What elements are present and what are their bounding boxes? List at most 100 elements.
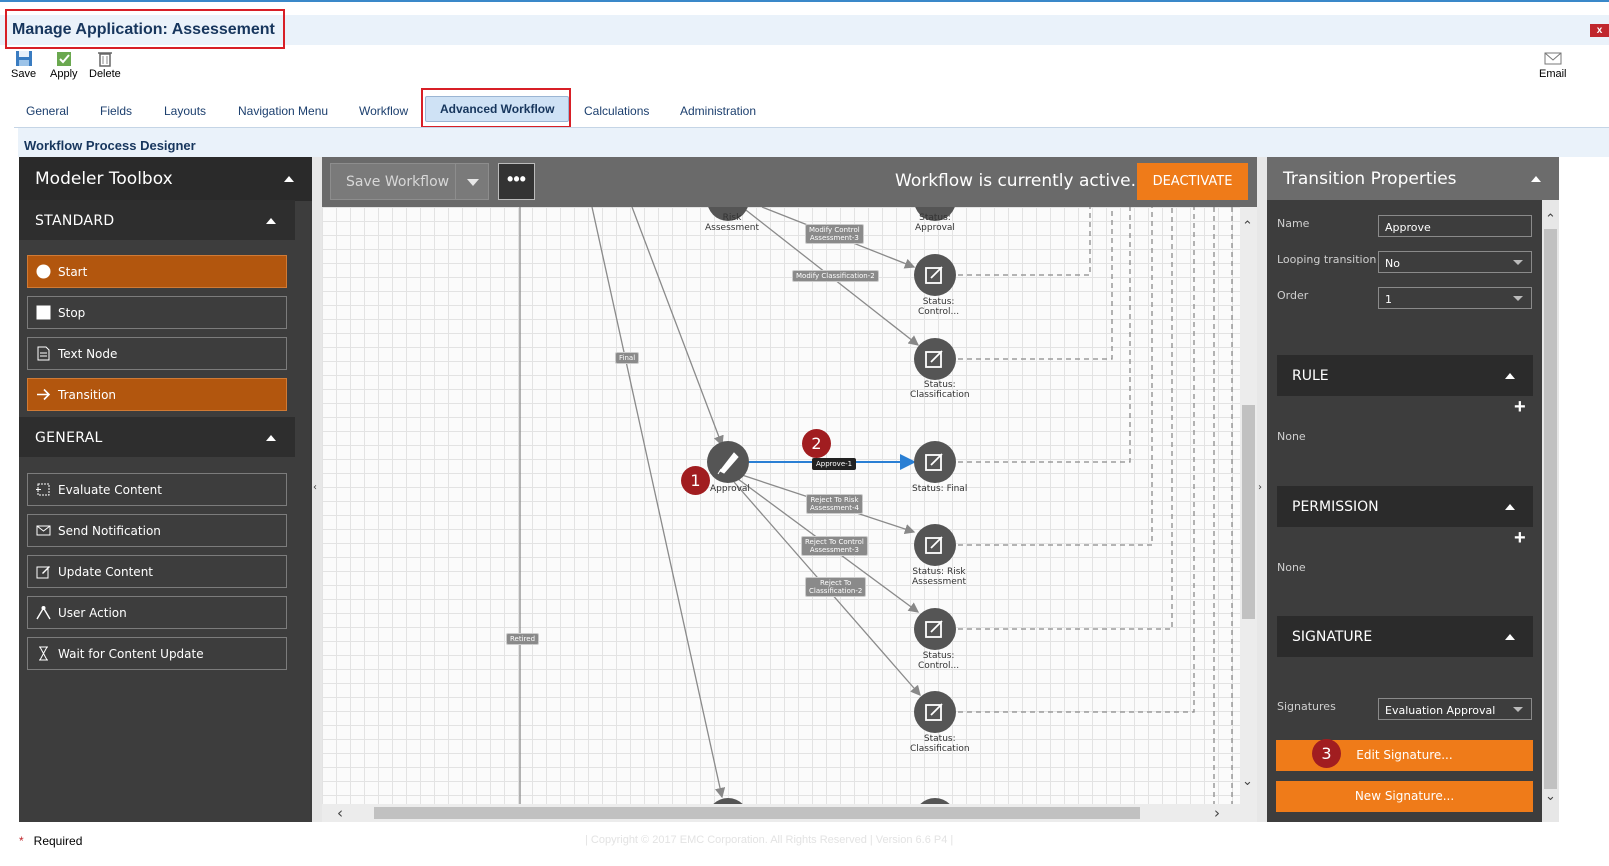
- scroll-left-icon[interactable]: ‹: [337, 804, 343, 822]
- permission-group-header[interactable]: PERMISSION: [1277, 486, 1533, 527]
- new-signature-button[interactable]: New Signature...: [1276, 781, 1533, 812]
- edge-label-modify-classification[interactable]: Modify Classification-2: [792, 270, 879, 282]
- evaluate-icon: [36, 483, 50, 496]
- properties-collapse-icon[interactable]: [1531, 176, 1541, 182]
- required-text: Required: [33, 834, 83, 848]
- save-label: Save: [11, 68, 37, 80]
- tool-update-content[interactable]: Update Content: [27, 555, 287, 588]
- node-status-control-2[interactable]: Status: Control...: [918, 651, 959, 671]
- node-status-approval[interactable]: Status: Approval: [915, 213, 955, 233]
- looping-label: Looping transition: [1277, 253, 1377, 266]
- properties-scroll-thumb[interactable]: [1544, 229, 1557, 789]
- designer-title: Workflow Process Designer: [24, 138, 196, 153]
- tool-send-notification[interactable]: Send Notification: [27, 514, 287, 547]
- node-status-classification-1[interactable]: Status: Classification: [910, 380, 970, 400]
- signature-collapse-icon[interactable]: [1505, 634, 1515, 640]
- properties-header[interactable]: Transition Properties: [1267, 157, 1559, 200]
- edge-label-retired[interactable]: Retired: [506, 633, 540, 645]
- tab-calculations[interactable]: Calculations: [584, 104, 649, 118]
- tool-start-label: Start: [58, 265, 88, 279]
- save-workflow-button[interactable]: Save Workflow: [330, 163, 456, 200]
- modeler-toolbox: Modeler Toolbox STANDARD Start Stop Text…: [19, 157, 312, 822]
- scroll-down-icon[interactable]: ⌄: [1242, 774, 1253, 789]
- node-status-risk-assessment[interactable]: Status: Risk Assessment: [912, 567, 966, 587]
- name-field[interactable]: Approve: [1378, 215, 1532, 237]
- scroll-up-icon[interactable]: ⌃: [1242, 219, 1253, 234]
- toolbox-header[interactable]: Modeler Toolbox: [19, 157, 312, 201]
- properties-scroll-up-icon[interactable]: ⌃: [1545, 212, 1556, 227]
- email-label: Email: [1539, 68, 1567, 80]
- permission-title: PERMISSION: [1292, 499, 1379, 515]
- tab-navigation-menu[interactable]: Navigation Menu: [238, 104, 328, 118]
- tool-evaluate-content[interactable]: Evaluate Content: [27, 473, 287, 506]
- tool-text-node[interactable]: Text Node: [27, 337, 287, 370]
- email-button[interactable]: Email: [1539, 49, 1567, 80]
- collapse-caret-icon[interactable]: [284, 176, 294, 182]
- title-highlight-box: [5, 9, 285, 49]
- tab-fields[interactable]: Fields: [100, 104, 132, 118]
- edge-label-final[interactable]: Final: [615, 352, 640, 364]
- tool-stop[interactable]: Stop: [27, 296, 287, 329]
- deactivate-button[interactable]: DEACTIVATE: [1137, 163, 1248, 200]
- tool-transition[interactable]: Transition: [27, 378, 287, 411]
- canvas-vertical-scroll-thumb[interactable]: [1242, 405, 1255, 619]
- scroll-right-icon[interactable]: ›: [1214, 804, 1220, 822]
- add-permission-button[interactable]: +: [1514, 527, 1526, 550]
- arrow-right-icon: [37, 388, 51, 401]
- standard-group-title: STANDARD: [35, 213, 115, 229]
- permission-collapse-icon[interactable]: [1505, 504, 1515, 510]
- edge-label-reject-classification[interactable]: Reject To Classification-2: [805, 577, 867, 597]
- tab-workflow[interactable]: Workflow: [359, 104, 408, 118]
- close-button[interactable]: x: [1590, 24, 1609, 37]
- save-icon: [15, 51, 32, 66]
- node-status-control-1[interactable]: Status: Control...: [918, 297, 959, 317]
- node-risk-assessment[interactable]: Risk Assessment: [705, 213, 759, 233]
- general-group-header[interactable]: GENERAL: [19, 417, 295, 457]
- looping-select[interactable]: No: [1378, 251, 1532, 273]
- node-approval[interactable]: Approval: [710, 484, 750, 494]
- rule-collapse-icon[interactable]: [1505, 373, 1515, 379]
- collapse-left-icon[interactable]: ‹: [313, 482, 317, 493]
- standard-collapse-icon[interactable]: [266, 218, 276, 224]
- apply-button[interactable]: Apply: [50, 49, 78, 80]
- properties-scroll-down-icon[interactable]: ⌄: [1545, 789, 1556, 804]
- more-options-button[interactable]: •••: [498, 163, 535, 200]
- chevron-down-icon: [1513, 296, 1523, 301]
- order-select[interactable]: 1: [1378, 287, 1532, 309]
- save-button[interactable]: Save: [11, 49, 36, 80]
- save-workflow-dropdown[interactable]: [455, 163, 489, 200]
- node-status-final[interactable]: Status: Final: [912, 484, 967, 494]
- standard-group-header[interactable]: STANDARD: [19, 200, 295, 240]
- tool-send-notification-label: Send Notification: [58, 524, 161, 538]
- edge-label-modify-control[interactable]: Modify Control Assessment-3: [805, 224, 864, 244]
- hourglass-icon: [39, 646, 48, 661]
- edge-label-reject-control[interactable]: Reject To Control Assessment-3: [801, 536, 868, 556]
- order-label: Order: [1277, 289, 1309, 302]
- dashed-loopback-lines: [958, 207, 1233, 804]
- add-rule-button[interactable]: +: [1514, 396, 1526, 419]
- collapse-right-icon[interactable]: ›: [1258, 482, 1262, 493]
- callout-badge-2: 2: [802, 429, 831, 458]
- general-collapse-icon[interactable]: [266, 435, 276, 441]
- signature-group-header[interactable]: SIGNATURE: [1277, 616, 1533, 657]
- edge-label-approve[interactable]: Approve-1: [812, 458, 857, 470]
- required-legend: * Required: [19, 834, 82, 848]
- looping-value: No: [1385, 257, 1400, 270]
- tool-user-action-label: User Action: [58, 606, 127, 620]
- delete-button[interactable]: Delete: [89, 49, 121, 80]
- signatures-select[interactable]: Evaluation Approval: [1378, 698, 1532, 720]
- order-value: 1: [1385, 293, 1392, 306]
- node-status-classification-2[interactable]: Status: Classification: [910, 734, 970, 754]
- workflow-canvas[interactable]: [322, 207, 1257, 804]
- tool-start[interactable]: Start: [27, 255, 287, 288]
- tab-layouts[interactable]: Layouts: [164, 104, 206, 118]
- tab-general[interactable]: General: [26, 104, 69, 118]
- tab-administration[interactable]: Administration: [680, 104, 756, 118]
- rule-value: None: [1277, 430, 1306, 443]
- rule-group-header[interactable]: RULE: [1277, 355, 1533, 396]
- name-label: Name: [1277, 217, 1310, 230]
- tool-wait-for-content-update[interactable]: Wait for Content Update: [27, 637, 287, 670]
- canvas-horizontal-scroll-thumb[interactable]: [374, 807, 1140, 819]
- tool-user-action[interactable]: User Action: [27, 596, 287, 629]
- edge-label-reject-risk[interactable]: Reject To Risk Assessment-4: [806, 494, 863, 514]
